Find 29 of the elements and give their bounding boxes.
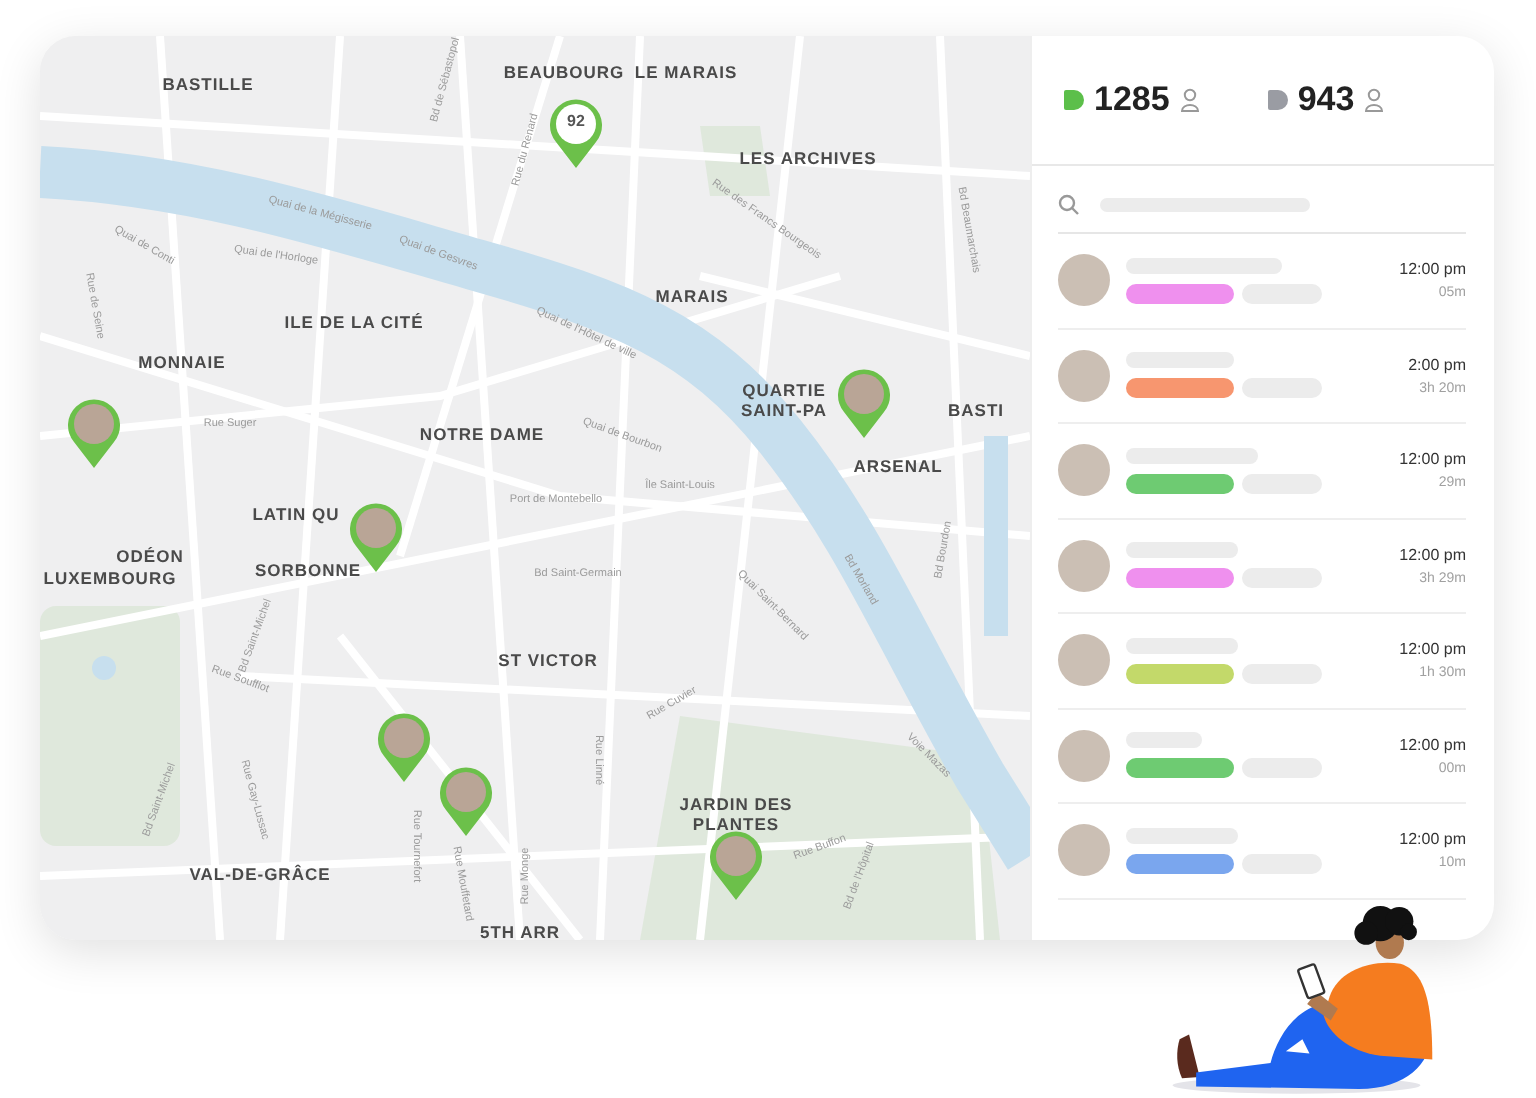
district-label: BASTILLE	[162, 76, 254, 96]
district-label: SORBONNE	[254, 562, 362, 582]
user-count: 1285	[1094, 80, 1170, 120]
district-label: VAL-DE-GRÂCE	[189, 866, 331, 886]
time-label: 12:00 pm	[1399, 450, 1466, 469]
district-label: LES ARCHIVES	[739, 150, 877, 170]
time-label: 12:00 pm	[1399, 545, 1466, 564]
district-label: NOTRE DAME	[419, 426, 545, 446]
time-label: 2:00 pm	[1408, 355, 1466, 374]
district-label: LE MARAIS	[634, 64, 738, 84]
district-label: MARAIS	[655, 288, 729, 308]
time-label: 12:00 pm	[1399, 260, 1466, 279]
time-label: 12:00 pm	[1399, 640, 1466, 659]
pin-count: 92	[565, 112, 587, 130]
district-label: ARSENAL	[853, 458, 943, 478]
district-label: ODÉON	[116, 548, 184, 568]
district-label: BASTI	[948, 402, 1004, 422]
district-label: 5TH ARR	[479, 924, 561, 940]
district-label: LATIN QU	[252, 506, 340, 526]
district-label: QUARTIE SAINT-PA	[738, 382, 830, 422]
district-label: MONNAIE	[138, 354, 226, 374]
user-count: 943	[1297, 80, 1355, 120]
time-label: 12:00 pm	[1399, 830, 1466, 849]
district-label: LUXEMBOURG	[43, 570, 177, 590]
district-label: ST VICTOR	[498, 652, 598, 672]
district-label: ILE DE LA CITÉ	[284, 314, 424, 334]
district-label: JARDIN DES PLANTES	[677, 796, 795, 836]
district-label: BEAUBOURG	[503, 64, 625, 84]
time-label: 12:00 pm	[1399, 735, 1466, 754]
